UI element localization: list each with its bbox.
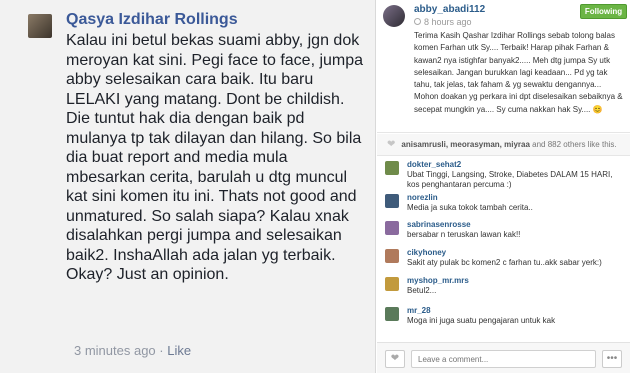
likes-summary: ❤ anisamrusli, meorasyman, miyraa and 882… (377, 134, 630, 156)
post-header: abby_abadi112 8 hours ago Following Teri… (377, 0, 630, 133)
comments-list: dokter_sehat2 Ubat Tinggi, Langsing, Str… (377, 158, 630, 341)
meta-separator: · (159, 343, 164, 358)
list-item: dokter_sehat2 Ubat Tinggi, Langsing, Str… (377, 158, 630, 191)
comment-input[interactable] (411, 350, 596, 368)
list-item: mr_28 Moga ini juga suatu pengajaran unt… (377, 304, 630, 337)
likes-count-text: and 882 others like this. (532, 140, 617, 149)
instagram-post-panel: abby_abadi112 8 hours ago Following Teri… (377, 0, 630, 373)
comment-avatar[interactable] (385, 221, 399, 235)
comment-text: Betul2... (407, 286, 437, 295)
comment-text: Moga ini juga suatu pengajaran untuk kak (407, 316, 556, 325)
comment-timestamp[interactable]: 3 minutes ago (74, 343, 156, 358)
list-item: myshop_mr.mrs Betul2... (377, 274, 630, 304)
list-item: cikyhoney Sakit aty pulak bc komen2 c fa… (377, 246, 630, 274)
comment-text: Kalau ini betul bekas suami abby, jgn do… (66, 32, 364, 283)
comment-text: Ubat Tinggi, Langsing, Stroke, Diabetes … (407, 170, 613, 189)
comment-bar: ❤ ••• (377, 342, 630, 373)
list-item: sabrinasenrosse bersabar n teruskan lawa… (377, 218, 630, 246)
following-button[interactable]: Following (580, 4, 627, 19)
comment-text: Sakit aty pulak bc komen2 c farhan tu..a… (407, 258, 602, 267)
more-options-button[interactable]: ••• (602, 350, 622, 368)
comment-text: bersabar n teruskan lawan kak!! (407, 230, 521, 239)
comment-username[interactable]: norezlin (407, 193, 438, 202)
comment-username[interactable]: dokter_sehat2 (407, 160, 461, 169)
comment-username[interactable]: cikyhoney (407, 248, 446, 257)
comment-text: Media ja suka tokok tambah cerita.. (407, 203, 533, 212)
post-caption: Terima Kasih Qashar Izdihar Rollings seb… (414, 31, 623, 114)
more-icon: ••• (606, 353, 618, 364)
comment-username[interactable]: myshop_mr.mrs (407, 276, 469, 285)
post-time: 8 hours ago (424, 17, 472, 27)
likes-users[interactable]: anisamrusli, meorasyman, miyraa (401, 140, 530, 149)
like-link[interactable]: Like (167, 343, 191, 358)
clock-icon (414, 18, 421, 25)
comment-avatar[interactable] (385, 249, 399, 263)
comment-avatar[interactable] (385, 307, 399, 321)
comment-avatar[interactable] (385, 277, 399, 291)
commenter-name[interactable]: Qasya Izdihar Rollings (66, 11, 238, 29)
comment-username[interactable]: sabrinasenrosse (407, 220, 471, 229)
comment-username[interactable]: mr_28 (407, 306, 431, 315)
poster-avatar[interactable] (383, 5, 405, 27)
facebook-comment-panel: Qasya Izdihar Rollings Kalau ini betul b… (0, 0, 376, 373)
heart-icon: ❤ (390, 353, 400, 364)
list-item: norezlin Media ja suka tokok tambah ceri… (377, 191, 630, 218)
poster-username[interactable]: abby_abadi112 (414, 4, 485, 15)
commenter-avatar[interactable] (28, 14, 52, 38)
comment-avatar[interactable] (385, 161, 399, 175)
like-button[interactable]: ❤ (385, 350, 405, 368)
comment-avatar[interactable] (385, 194, 399, 208)
heart-icon: ❤ (387, 139, 396, 150)
comment-meta: 3 minutes ago · Like (74, 343, 191, 358)
